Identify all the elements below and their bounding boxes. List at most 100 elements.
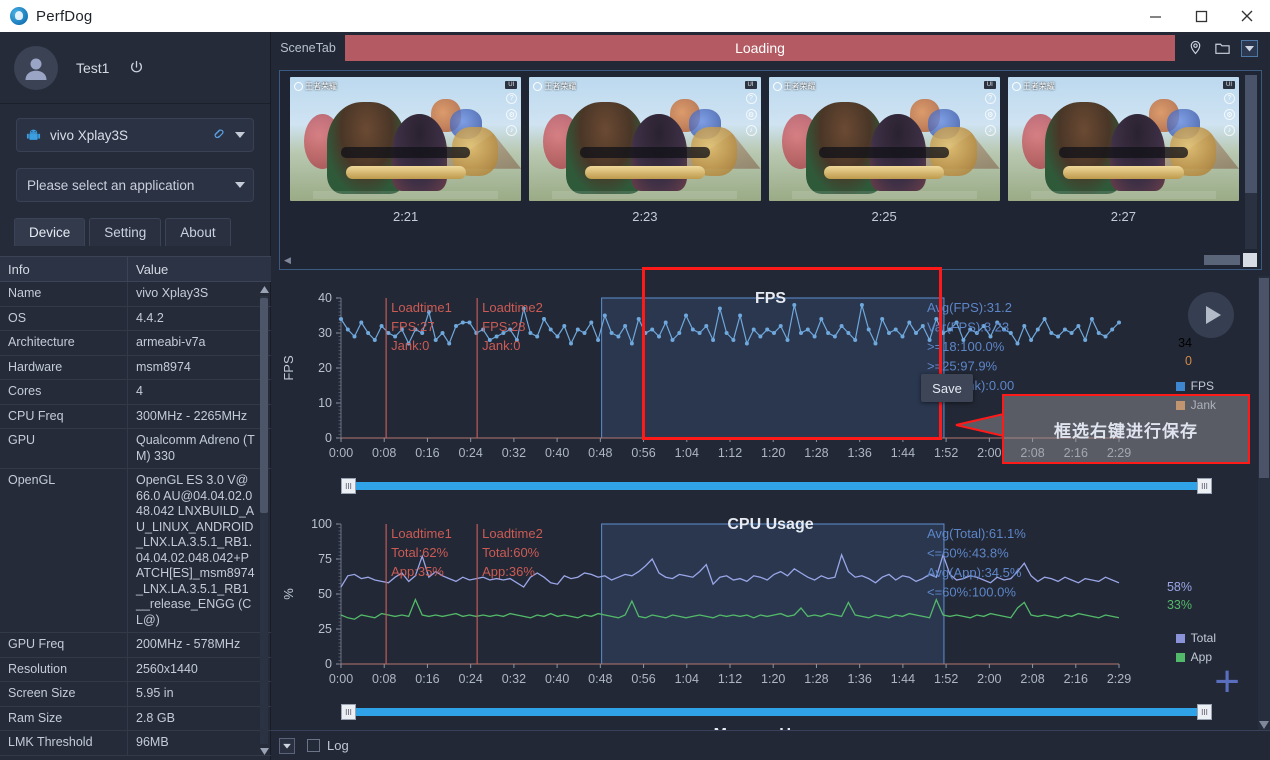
svg-text:30: 30: [318, 326, 332, 340]
table-row[interactable]: LMK Threshold96MB: [0, 731, 271, 756]
chart-title-fps: FPS: [279, 290, 1262, 308]
thumbnail-image[interactable]: 王者荣耀UI?⚙♪: [529, 77, 760, 201]
thumbnail-image[interactable]: 王者荣耀UI?⚙♪: [290, 77, 521, 201]
screenshot-thumbnail[interactable]: 王者荣耀UI?⚙♪2:27: [1008, 77, 1239, 247]
dropdown-icon[interactable]: [1241, 40, 1258, 57]
table-row[interactable]: GPUQualcomm Adreno (TM) 330: [0, 429, 271, 469]
tab-setting[interactable]: Setting: [89, 218, 161, 246]
scrollbar-thumb[interactable]: [1204, 255, 1240, 265]
svg-text:0:32: 0:32: [502, 446, 526, 460]
tab-about[interactable]: About: [165, 218, 230, 246]
scroll-left-icon[interactable]: ◀: [284, 255, 291, 266]
minimize-button[interactable]: [1132, 0, 1178, 32]
usb-link-icon[interactable]: [210, 125, 225, 145]
info-scrollbar[interactable]: [259, 284, 269, 756]
slider-handle-right[interactable]: III: [1197, 478, 1212, 494]
scrollbar-thumb[interactable]: [1245, 75, 1257, 193]
strip-resize-handle[interactable]: [1243, 253, 1257, 267]
save-context-menu-item[interactable]: Save: [921, 374, 973, 402]
scene-tab-label[interactable]: SceneTab: [271, 41, 345, 55]
svg-text:0:48: 0:48: [588, 446, 612, 460]
svg-text:2:00: 2:00: [977, 446, 1001, 460]
app-logo-icon: [10, 7, 28, 25]
log-checkbox[interactable]: [307, 739, 320, 752]
power-icon[interactable]: [129, 60, 144, 75]
info-value: 2560x1440: [128, 658, 271, 682]
slider-handle-left[interactable]: III: [341, 478, 356, 494]
table-row[interactable]: OpenGLOpenGL ES 3.0 V@66.0 AU@04.04.02.0…: [0, 469, 271, 633]
table-row[interactable]: Namevivo Xplay3S: [0, 282, 271, 307]
table-row[interactable]: CPU Freq300MHz - 2265MHz: [0, 405, 271, 430]
legend-label-fps: FPS: [1191, 379, 1214, 393]
info-key: Architecture: [0, 331, 128, 355]
scroll-down-icon[interactable]: [1259, 716, 1269, 728]
charts-area: FPS 0102030400:000:080:160:240:320:400:4…: [279, 276, 1262, 730]
info-value: msm8974: [128, 356, 271, 380]
charts-scrollbar[interactable]: [1258, 276, 1270, 730]
table-row[interactable]: OS4.4.2: [0, 307, 271, 332]
screenshot-thumbnail[interactable]: 王者荣耀UI?⚙♪2:23: [529, 77, 760, 247]
svg-text:Total:62%: Total:62%: [391, 545, 449, 560]
thumbnail-overlay-icons: ?⚙♪: [1224, 93, 1235, 136]
cpu-time-slider[interactable]: III III: [341, 704, 1212, 720]
log-toggle[interactable]: Log: [307, 738, 349, 753]
thumbnail-image[interactable]: 王者荣耀UI?⚙♪: [769, 77, 1000, 201]
add-chart-icon[interactable]: +: [1214, 660, 1240, 704]
table-row[interactable]: Hardwaremsm8974: [0, 356, 271, 381]
maximize-button[interactable]: [1178, 0, 1224, 32]
loading-scene-bar[interactable]: Loading: [345, 35, 1175, 61]
table-row[interactable]: Cores4: [0, 380, 271, 405]
scroll-up-icon[interactable]: [259, 284, 269, 294]
slider-track[interactable]: [349, 482, 1204, 490]
slider-track[interactable]: [349, 708, 1204, 716]
fps-time-slider[interactable]: III III: [341, 478, 1212, 494]
table-row[interactable]: Architecturearmeabi-v7a: [0, 331, 271, 356]
svg-text:App:35%: App:35%: [391, 564, 444, 579]
chevron-down-icon[interactable]: [235, 132, 245, 138]
table-row[interactable]: GPU Freq200MHz - 578MHz: [0, 633, 271, 658]
table-row[interactable]: Ram Size2.8 GB: [0, 707, 271, 732]
application-selector[interactable]: Please select an application: [16, 168, 254, 202]
svg-text:0:24: 0:24: [458, 672, 482, 686]
svg-text:0:40: 0:40: [545, 446, 569, 460]
svg-text:1:28: 1:28: [804, 446, 828, 460]
screenshot-thumbnail[interactable]: 王者荣耀UI?⚙♪2:21: [290, 77, 521, 247]
annotation-callout: 框选右键进行保存: [1002, 394, 1250, 464]
svg-text:0:00: 0:00: [329, 672, 353, 686]
scrollbar-thumb[interactable]: [1259, 278, 1269, 478]
slider-handle-left[interactable]: III: [341, 704, 356, 720]
location-pin-icon[interactable]: [1187, 40, 1204, 57]
svg-text:0:32: 0:32: [502, 672, 526, 686]
avatar[interactable]: [14, 46, 58, 90]
legend-label-app: App: [1191, 650, 1212, 664]
svg-text:25: 25: [318, 622, 332, 636]
application-selector-value: Please select an application: [27, 178, 194, 193]
table-row[interactable]: Screen Size5.95 in: [0, 682, 271, 707]
folder-icon[interactable]: [1214, 40, 1231, 57]
table-row[interactable]: Resolution2560x1440: [0, 658, 271, 683]
expand-panel-icon[interactable]: [279, 738, 295, 754]
scroll-down-icon[interactable]: [259, 746, 269, 756]
strip-vertical-scrollbar[interactable]: [1245, 75, 1257, 249]
svg-text:Total:60%: Total:60%: [482, 545, 540, 560]
device-selector[interactable]: vivo Xplay3S: [16, 118, 254, 152]
play-button[interactable]: [1188, 292, 1234, 338]
svg-text:>=25:97.9%: >=25:97.9%: [927, 359, 998, 374]
info-key: Name: [0, 282, 128, 306]
thumbnail-image[interactable]: 王者荣耀UI?⚙♪: [1008, 77, 1239, 201]
table-body[interactable]: Namevivo Xplay3SOS4.4.2Architecturearmea…: [0, 282, 271, 760]
title-bar: PerfDog: [0, 0, 1270, 32]
slider-handle-right[interactable]: III: [1197, 704, 1212, 720]
thumbnail-badge: UI: [505, 81, 517, 89]
chart-title-cpu: CPU Usage: [279, 516, 1262, 534]
svg-text:75: 75: [318, 552, 332, 566]
cpu-total-current-value: 58%: [1167, 580, 1192, 594]
info-value: 4: [128, 380, 271, 404]
close-button[interactable]: [1224, 0, 1270, 32]
scrollbar-thumb[interactable]: [260, 298, 268, 513]
screenshot-thumbnail[interactable]: 王者荣耀UI?⚙♪2:25: [769, 77, 1000, 247]
strip-horizontal-scrollbar[interactable]: [1204, 253, 1257, 267]
game-logo-icon: 王者荣耀: [533, 81, 576, 92]
chevron-down-icon[interactable]: [235, 182, 245, 188]
tab-device[interactable]: Device: [14, 218, 85, 246]
